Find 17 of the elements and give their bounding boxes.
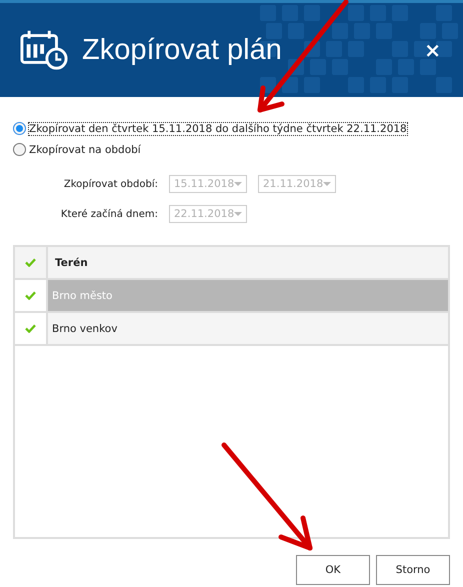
- field-label: Zkopírovat období:: [62, 178, 158, 190]
- dialog-button[interactable]: OK: [296, 555, 370, 585]
- option-label[interactable]: Zkopírovat den čtvrtek 15.11.2018 do dalšího týdne čtvrtek 22.11.2018: [29, 122, 407, 134]
- close-button[interactable]: ×: [418, 38, 447, 62]
- radio-button[interactable]: [13, 122, 26, 135]
- radio-button[interactable]: [13, 143, 26, 156]
- table-cell[interactable]: Brno venkov: [48, 313, 448, 344]
- caret-icon: [234, 212, 242, 216]
- caret-icon: [234, 182, 242, 186]
- table-header-cell[interactable]: [15, 247, 48, 278]
- dialog-button[interactable]: Storno: [376, 555, 450, 585]
- field-label: Které začíná dnem:: [60, 208, 158, 220]
- column-header[interactable]: Terén: [48, 247, 448, 278]
- window-title: Zkopírovat plán: [82, 34, 283, 66]
- calendar-clock-icon: [20, 29, 68, 71]
- caret-icon: [323, 182, 332, 186]
- option-label[interactable]: Zkopírovat na období: [29, 144, 141, 156]
